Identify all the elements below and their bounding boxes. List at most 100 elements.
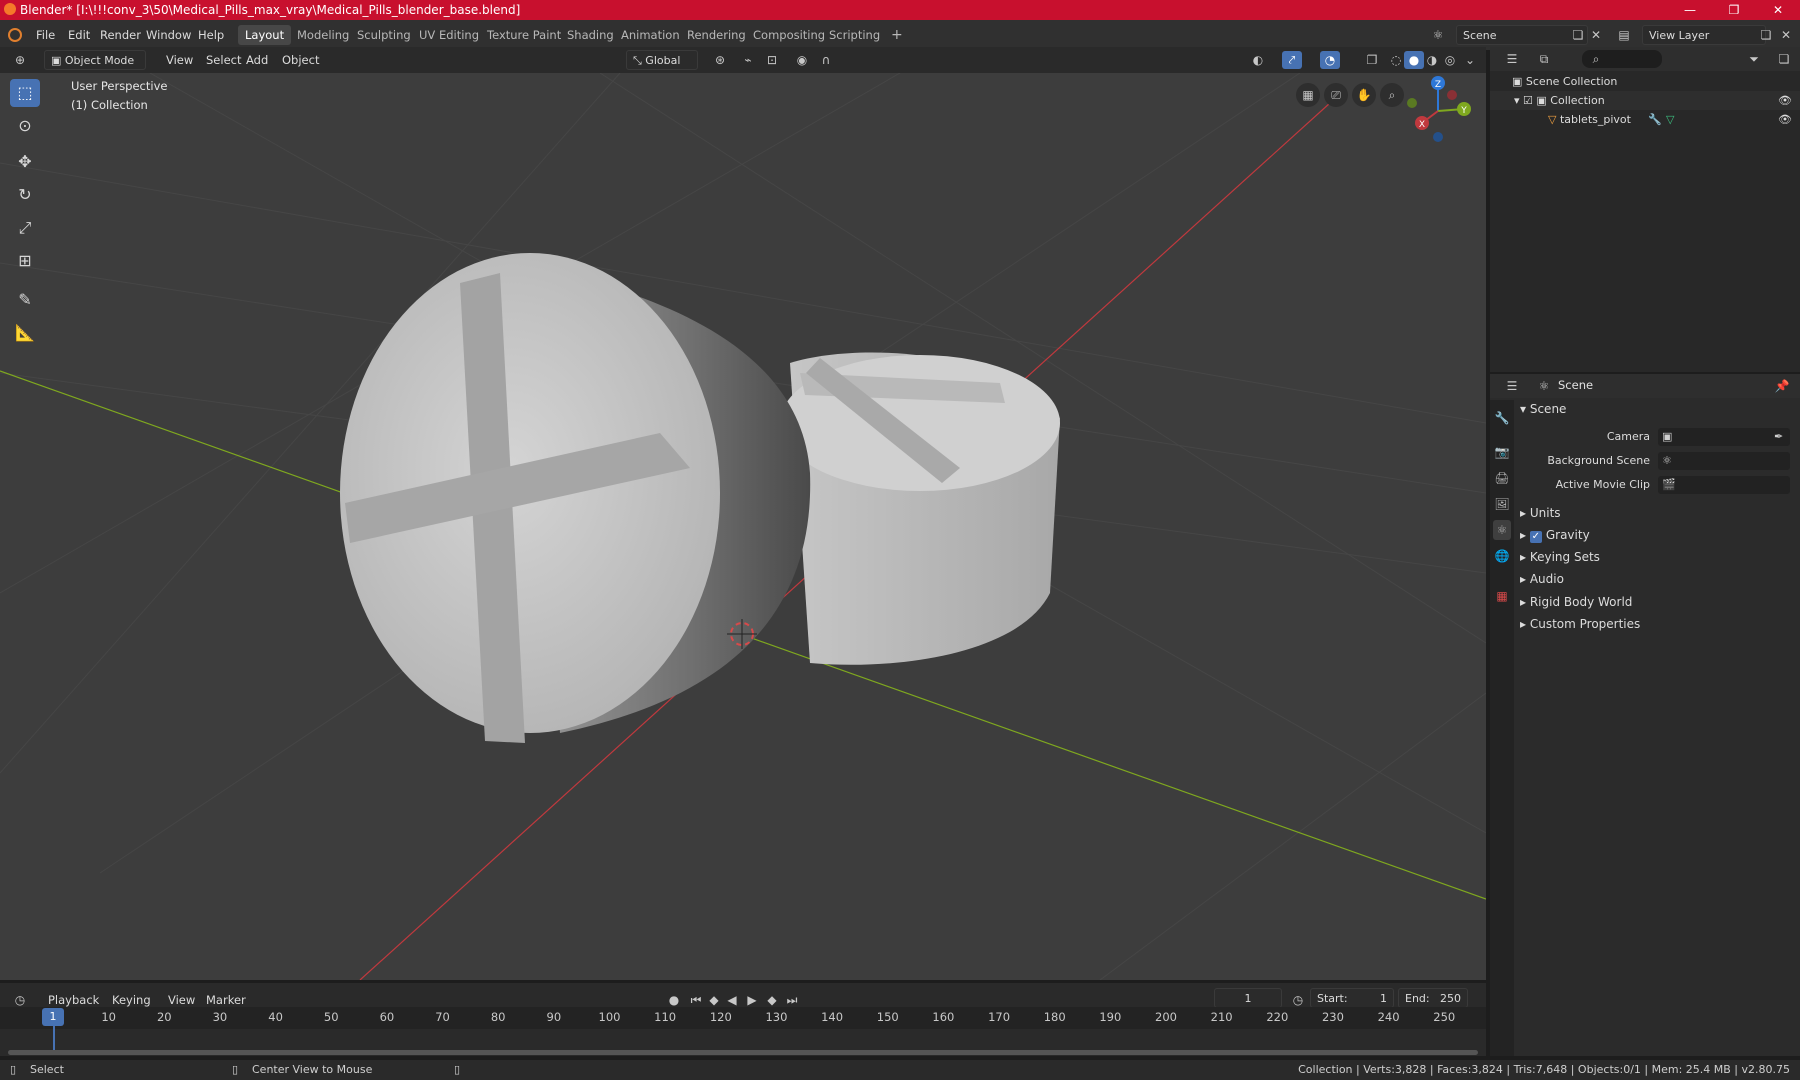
camera-view-icon[interactable]: ⎚ bbox=[1324, 83, 1348, 107]
pin-icon[interactable]: 📌 bbox=[1772, 377, 1792, 395]
menu-edit[interactable]: Edit bbox=[62, 26, 96, 44]
tab-shading[interactable]: Shading bbox=[560, 25, 621, 45]
menu-render[interactable]: Render bbox=[94, 26, 147, 44]
tab-compositing[interactable]: Compositing bbox=[746, 25, 832, 45]
delete-view-layer-icon[interactable]: ✕ bbox=[1776, 26, 1796, 44]
gizmo-toggle-icon[interactable]: ⤤ bbox=[1282, 51, 1302, 69]
pan-view-icon[interactable]: ✋ bbox=[1352, 83, 1376, 107]
xray-toggle-icon[interactable]: ❐ bbox=[1362, 51, 1382, 69]
filter-icon[interactable]: ⏷ bbox=[1744, 50, 1764, 68]
outliner-row-scene-collection[interactable]: ▣ Scene Collection bbox=[1490, 72, 1800, 91]
falloff-icon[interactable]: ∩ bbox=[816, 51, 836, 69]
outliner-row-collection[interactable]: ▾ ☑ ▣ Collection 👁 bbox=[1490, 91, 1800, 110]
scale-tool-icon[interactable]: ⤢ bbox=[10, 214, 40, 242]
close-button[interactable]: ✕ bbox=[1756, 0, 1800, 20]
scene-panel-header[interactable]: ▾ Scene bbox=[1520, 398, 1566, 420]
move-tool-icon[interactable]: ✥ bbox=[10, 148, 40, 176]
viewport-menu-object[interactable]: Object bbox=[276, 51, 325, 69]
rotate-tool-icon[interactable]: ↻ bbox=[10, 181, 40, 209]
current-frame-field[interactable]: 1 bbox=[1214, 988, 1282, 1008]
gravity-section[interactable]: ▸ ✓ Gravity bbox=[1520, 524, 1590, 546]
tab-scripting[interactable]: Scripting bbox=[822, 25, 887, 45]
wireframe-shading-icon[interactable]: ◌ bbox=[1386, 51, 1406, 69]
transform-orientation-dropdown[interactable]: ⤡ Global bbox=[626, 50, 698, 70]
new-view-layer-icon[interactable]: ❏ bbox=[1756, 26, 1776, 44]
gravity-checkbox[interactable]: ✓ bbox=[1529, 531, 1542, 543]
view-layer-tab-icon[interactable]: 🖼 bbox=[1493, 494, 1511, 514]
object-eye-icon[interactable]: 👁 bbox=[1778, 110, 1792, 129]
tab-uv-editing[interactable]: UV Editing bbox=[412, 25, 486, 45]
tab-rendering[interactable]: Rendering bbox=[680, 25, 753, 45]
3d-viewport[interactable]: User Perspective (1) Collection ▦ ⎚ ✋ ⌕ … bbox=[0, 73, 1486, 980]
mode-selector[interactable]: ▣ Object Mode bbox=[44, 50, 146, 70]
timeline-scrollbar[interactable] bbox=[8, 1050, 1478, 1055]
viewport-menu-view[interactable]: View bbox=[160, 51, 199, 69]
menu-file[interactable]: File bbox=[30, 26, 61, 44]
view-layer-selector-icon[interactable]: ▤ bbox=[1614, 26, 1634, 44]
outliner-editor-type-icon[interactable]: ☰ bbox=[1502, 50, 1522, 68]
cursor-tool-icon[interactable]: ⊙ bbox=[10, 112, 40, 140]
overlay-toggle-icon[interactable]: ◔ bbox=[1320, 51, 1340, 69]
camera-field[interactable] bbox=[1658, 428, 1790, 446]
keying-sets-section[interactable]: ▸ Keying Sets bbox=[1520, 546, 1600, 568]
timeline-tick-label: 130 bbox=[765, 1010, 788, 1024]
material-shading-icon[interactable]: ◑ bbox=[1422, 51, 1442, 69]
end-frame-field[interactable]: End: 250 bbox=[1398, 988, 1468, 1008]
visibility-icon[interactable]: ◐ bbox=[1248, 51, 1268, 69]
solid-shading-icon[interactable]: ● bbox=[1404, 51, 1424, 69]
start-value: 1 bbox=[1380, 992, 1387, 1005]
shading-options-icon[interactable]: ⌄ bbox=[1460, 51, 1480, 69]
collection-checkbox[interactable]: ☑ bbox=[1523, 94, 1536, 107]
outliner-row-tablets-pivot[interactable]: ▽ tablets_pivot 🔧 ▽ 👁 bbox=[1490, 110, 1800, 129]
properties-editor-type-icon[interactable]: ☰ bbox=[1502, 377, 1522, 395]
tab-animation[interactable]: Animation bbox=[614, 25, 687, 45]
toggle-ortho-icon[interactable]: ▦ bbox=[1296, 83, 1320, 107]
scene-selector-icon[interactable]: ⚛ bbox=[1428, 26, 1448, 44]
custom-properties-section[interactable]: ▸ Custom Properties bbox=[1520, 613, 1640, 635]
delete-scene-icon[interactable]: ✕ bbox=[1586, 26, 1606, 44]
rendered-shading-icon[interactable]: ◎ bbox=[1440, 51, 1460, 69]
start-frame-field[interactable]: Start: 1 bbox=[1310, 988, 1394, 1008]
render-tab-icon[interactable]: 📷 bbox=[1493, 442, 1511, 462]
pivot-point-icon[interactable]: ⊛ bbox=[710, 51, 730, 69]
eyedropper-icon[interactable]: ✒ bbox=[1774, 430, 1783, 443]
tab-texture-paint[interactable]: Texture Paint bbox=[480, 25, 568, 45]
annotate-tool-icon[interactable]: ✎ bbox=[10, 286, 40, 314]
menu-window[interactable]: Window bbox=[140, 26, 197, 44]
expand-arrow-icon[interactable]: ▾ bbox=[1514, 94, 1523, 107]
playhead-indicator[interactable]: 1 bbox=[42, 1008, 64, 1026]
tab-layout[interactable]: Layout bbox=[238, 25, 292, 45]
blender-menu-icon[interactable] bbox=[8, 28, 22, 42]
scene-tab-icon[interactable]: ⚛ bbox=[1493, 520, 1511, 540]
texture-tab-icon[interactable]: ▦ bbox=[1493, 586, 1511, 606]
zoom-view-icon[interactable]: ⌕ bbox=[1380, 83, 1404, 107]
minimize-button[interactable]: — bbox=[1668, 0, 1712, 20]
tool-tab-icon[interactable]: 🔧 bbox=[1493, 408, 1511, 428]
measure-tool-icon[interactable]: 📐 bbox=[10, 319, 40, 347]
transform-tool-icon[interactable]: ⊞ bbox=[10, 247, 40, 275]
eye-icon[interactable]: 👁 bbox=[1778, 91, 1792, 110]
new-collection-icon[interactable]: ❏ bbox=[1774, 50, 1794, 68]
maximize-button[interactable]: ❐ bbox=[1712, 0, 1756, 20]
display-mode-icon[interactable]: ⧉ bbox=[1534, 50, 1554, 68]
viewport-menu-add[interactable]: Add bbox=[240, 51, 274, 69]
new-scene-icon[interactable]: ❏ bbox=[1568, 26, 1588, 44]
active-movie-clip-field[interactable] bbox=[1658, 476, 1790, 494]
snap-icon[interactable]: ⌁ bbox=[738, 51, 758, 69]
navigation-gizmo[interactable]: Z Y X bbox=[1402, 75, 1482, 155]
menu-help[interactable]: Help bbox=[192, 26, 230, 44]
view-layer-field[interactable]: View Layer bbox=[1642, 25, 1766, 45]
add-workspace-button[interactable]: + bbox=[884, 25, 910, 45]
world-tab-icon[interactable]: 🌐 bbox=[1493, 546, 1511, 566]
select-box-tool-icon[interactable]: ⬚ bbox=[10, 79, 40, 107]
proportional-edit-icon[interactable]: ◉ bbox=[792, 51, 812, 69]
tab-sculpting[interactable]: Sculpting bbox=[350, 25, 418, 45]
output-tab-icon[interactable]: 🖨 bbox=[1493, 468, 1511, 488]
snap-target-icon[interactable]: ⊡ bbox=[762, 51, 782, 69]
audio-section[interactable]: ▸ Audio bbox=[1520, 568, 1564, 590]
editor-type-icon[interactable]: ⊕ bbox=[10, 51, 30, 69]
background-scene-field[interactable] bbox=[1658, 452, 1790, 470]
units-section[interactable]: ▸ Units bbox=[1520, 502, 1561, 524]
tab-modeling[interactable]: Modeling bbox=[290, 25, 356, 45]
rigid-body-world-section[interactable]: ▸ Rigid Body World bbox=[1520, 591, 1632, 613]
